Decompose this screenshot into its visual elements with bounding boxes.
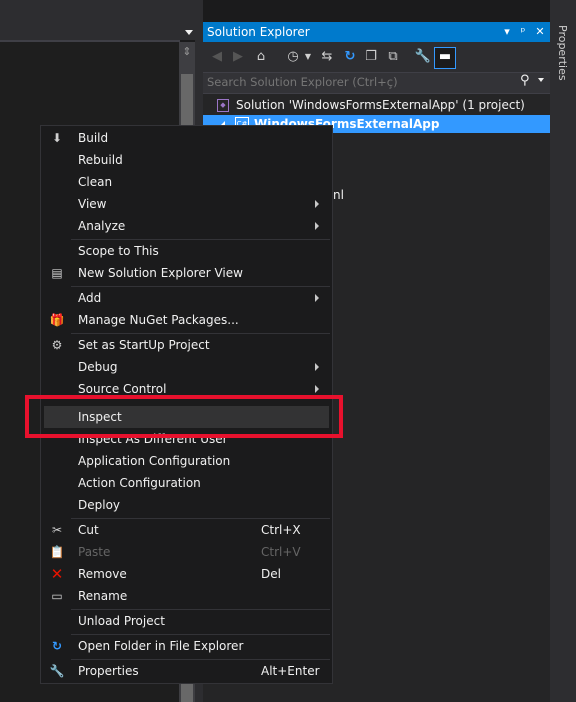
properties-wrench-icon[interactable]: 🔧 — [414, 48, 432, 66]
sync-with-document-icon[interactable]: ⇆ — [318, 48, 336, 66]
menu-item-shortcut: Alt+Enter — [261, 664, 320, 678]
collapse-all-icon[interactable]: ❐ — [362, 48, 380, 66]
menu-item-shortcut: Ctrl+X — [261, 523, 301, 537]
menu-item-action-configuration[interactable]: Action Configuration — [41, 472, 332, 494]
show-all-files-icon[interactable]: ⧉ — [384, 48, 402, 66]
menu-item-label: Scope to This — [78, 244, 159, 258]
submenu-arrow-icon — [315, 385, 319, 393]
search-options-chevron-icon[interactable] — [537, 76, 545, 84]
menu-item-label: Rename — [78, 589, 128, 603]
home-icon[interactable]: ⌂ — [252, 48, 270, 66]
refresh-icon: ↻ — [51, 639, 63, 653]
menu-item-label: Open Folder in File Explorer — [78, 639, 244, 653]
editor-tab-underline — [0, 40, 180, 42]
editor-tab-bar — [0, 0, 200, 40]
menu-item-label: Rebuild — [78, 153, 123, 167]
menu-item-label: Build — [78, 131, 109, 145]
forward-icon[interactable]: ▶ — [229, 48, 247, 66]
menu-item-scope-to-this[interactable]: Scope to This — [41, 240, 332, 262]
rename-icon: ▭ — [51, 589, 63, 603]
tree-item-partial-text: nl — [333, 188, 344, 202]
pin-icon[interactable]: ᵖ — [516, 23, 530, 41]
menu-item-rebuild[interactable]: Rebuild — [41, 149, 332, 171]
menu-item-label: Paste — [78, 545, 111, 559]
properties-side-tab[interactable] — [550, 0, 576, 702]
menu-item-paste[interactable]: 📋 Paste Ctrl+V — [41, 541, 332, 563]
menu-item-new-solution-explorer-view[interactable]: ▤ New Solution Explorer View — [41, 262, 332, 284]
menu-item-label: Manage NuGet Packages... — [78, 313, 239, 327]
menu-item-label: New Solution Explorer View — [78, 266, 243, 280]
menu-item-label: Properties — [78, 664, 139, 678]
menu-item-build[interactable]: ⬇ Build — [41, 127, 332, 149]
solution-icon: ◆ — [217, 99, 229, 112]
menu-item-open-folder[interactable]: ↻ Open Folder in File Explorer — [41, 635, 332, 657]
menu-item-label: Cut — [78, 523, 99, 537]
filter-dropdown-icon[interactable]: ▼ — [299, 48, 317, 66]
menu-item-label: Application Configuration — [78, 454, 231, 468]
submenu-arrow-icon — [315, 294, 319, 302]
highlight-annotation-box — [25, 395, 343, 438]
menu-item-label: View — [78, 197, 107, 211]
properties-tab-label[interactable]: Properties — [556, 25, 569, 81]
menu-item-label: Debug — [78, 360, 118, 374]
menu-item-label: Unload Project — [78, 614, 165, 628]
solution-label: Solution 'WindowsFormsExternalApp' (1 pr… — [236, 98, 525, 112]
build-icon: ⬇ — [51, 131, 63, 145]
menu-item-debug[interactable]: Debug — [41, 356, 332, 378]
menu-item-properties[interactable]: 🔧 Properties Alt+Enter — [41, 660, 332, 682]
menu-item-label: Deploy — [78, 498, 121, 512]
menu-item-label: Analyze — [78, 219, 126, 233]
wrench-icon: 🔧 — [49, 664, 65, 678]
refresh-icon[interactable]: ↻ — [341, 48, 359, 66]
menu-item-shortcut: Ctrl+V — [261, 545, 301, 559]
menu-item-view[interactable]: View — [41, 193, 332, 215]
menu-item-shortcut: Del — [261, 567, 281, 581]
menu-item-label: Action Configuration — [78, 476, 201, 490]
menu-item-manage-nuget[interactable]: 🎁 Manage NuGet Packages... — [41, 309, 332, 331]
paste-icon: 📋 — [49, 545, 65, 559]
menu-item-deploy[interactable]: Deploy — [41, 494, 332, 516]
gear-icon: ⚙ — [51, 338, 63, 352]
preview-selected-items-icon[interactable]: ▬ — [434, 47, 456, 69]
submenu-arrow-icon — [315, 200, 319, 208]
tab-dropdown-icon[interactable] — [184, 28, 194, 36]
search-icon[interactable]: ⚲ — [520, 73, 534, 89]
back-icon[interactable]: ◀ — [208, 48, 226, 66]
menu-item-clean[interactable]: Clean — [41, 171, 332, 193]
search-input[interactable] — [207, 74, 507, 90]
menu-item-label: Set as StartUp Project — [78, 338, 210, 352]
menu-item-cut[interactable]: ✂ Cut Ctrl+X — [41, 519, 332, 541]
nuget-icon: 🎁 — [49, 313, 65, 327]
menu-item-analyze[interactable]: Analyze — [41, 215, 332, 237]
window-position-dropdown-icon[interactable]: ▾ — [500, 23, 514, 41]
split-handle-icon[interactable]: ⇕ — [181, 44, 193, 60]
menu-item-label: Add — [78, 291, 102, 305]
menu-item-rename[interactable]: ▭ Rename — [41, 585, 332, 607]
remove-icon: ✕ — [50, 565, 64, 583]
submenu-arrow-icon — [315, 363, 319, 371]
solution-explorer-title: Solution Explorer — [207, 25, 310, 39]
new-view-icon: ▤ — [51, 266, 63, 280]
menu-item-remove[interactable]: ✕ Remove Del — [41, 563, 332, 585]
menu-item-application-configuration[interactable]: Application Configuration — [41, 450, 332, 472]
menu-item-label: Clean — [78, 175, 113, 189]
menu-item-unload-project[interactable]: Unload Project — [41, 610, 332, 632]
menu-item-add[interactable]: Add — [41, 287, 332, 309]
close-icon[interactable]: ✕ — [533, 23, 547, 41]
menu-item-label: Remove — [78, 567, 127, 581]
cut-icon: ✂ — [51, 523, 63, 537]
menu-item-set-startup[interactable]: ⚙ Set as StartUp Project — [41, 334, 332, 356]
submenu-arrow-icon — [315, 222, 319, 230]
